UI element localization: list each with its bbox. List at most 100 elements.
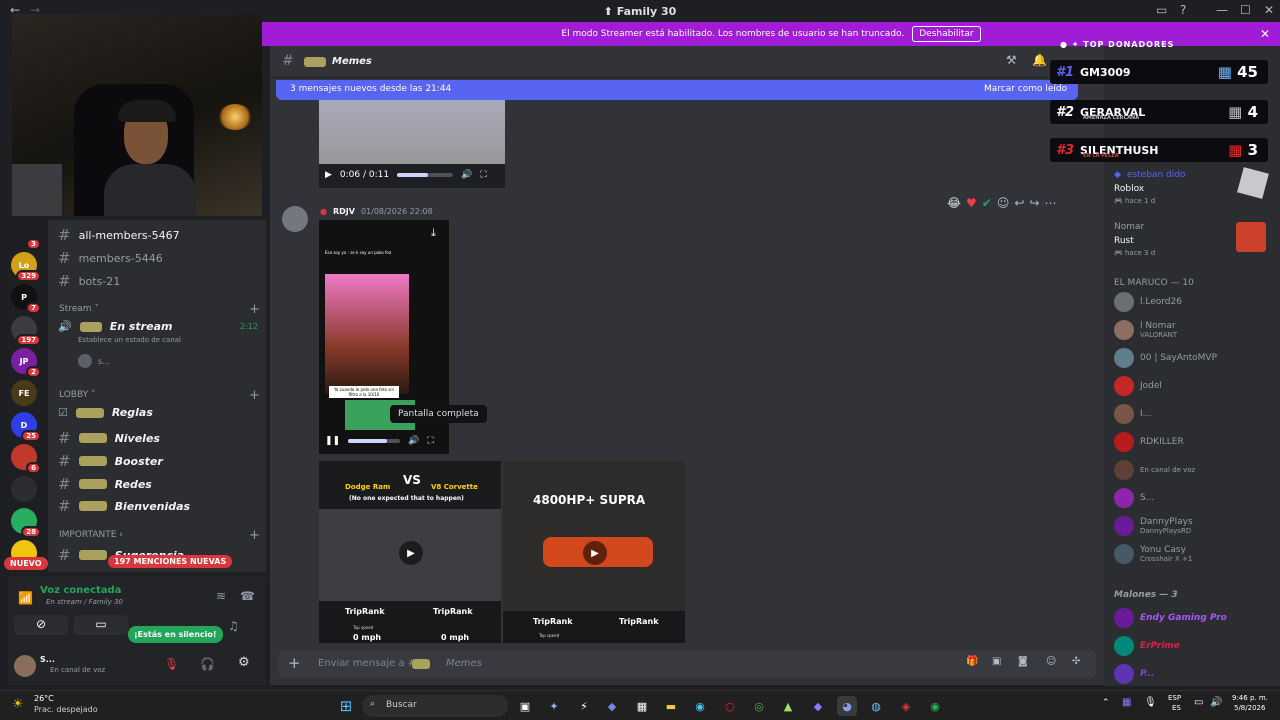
mentions-badge[interactable]: 197 MENCIONES NUEVAS [108, 555, 233, 568]
channel-bienvenidas[interactable]: # Bienvenidas [58, 497, 190, 515]
clock-time[interactable]: 9:46 p. m. [1232, 694, 1268, 702]
play-icon[interactable]: ▶ [583, 541, 607, 565]
headphones-muted-icon[interactable]: 🎧 [200, 657, 215, 671]
server-icon[interactable]: 6 [11, 444, 41, 474]
volume-icon[interactable]: 🔊 [1210, 697, 1222, 708]
chrome-icon[interactable]: ◎ [749, 696, 769, 716]
voice-user[interactable]: s... [78, 354, 110, 368]
voice-status[interactable]: Voz conectada [40, 585, 121, 596]
chevron-up-icon[interactable]: ⌃ [1102, 698, 1110, 708]
voice-channel-en-stream[interactable]: 🔊 En stream 2:12 [58, 320, 258, 333]
volume-icon[interactable]: 🔊 [408, 436, 419, 446]
add-reaction-icon[interactable]: ☺ [997, 196, 1010, 210]
forward-icon[interactable]: ↪ [1029, 196, 1039, 210]
disable-streamer-button[interactable]: Deshabilitar [912, 26, 981, 42]
store-icon[interactable]: ▦ [632, 696, 652, 716]
member-activity[interactable]: ◆ esteban dido [1114, 170, 1185, 180]
reply-icon[interactable]: ↩ [1014, 196, 1024, 210]
more-icon[interactable]: ⋯ [1045, 196, 1057, 210]
fullscreen-icon[interactable]: ⛶ [480, 170, 486, 180]
member-item[interactable]: RDKILLER [1114, 432, 1184, 452]
teams-icon[interactable]: ◆ [602, 696, 622, 716]
bell-icon[interactable]: 🔔 [1032, 53, 1047, 67]
video-progress-bar[interactable] [348, 439, 401, 443]
emoji-picker-icon[interactable]: ☺ [1046, 656, 1056, 667]
play-icon[interactable]: ▶ [399, 541, 423, 565]
threads-icon[interactable]: ⚒ [1006, 53, 1017, 67]
message-author[interactable]: RDJV [333, 207, 355, 216]
discord-icon[interactable]: ◕ [837, 696, 857, 716]
avatar[interactable] [14, 655, 36, 677]
reaction-laugh-icon[interactable]: 😂 [947, 196, 961, 210]
add-channel-icon[interactable]: + [249, 388, 260, 403]
add-attachment-icon[interactable]: + [288, 654, 301, 672]
member-item[interactable]: l.Leord26 [1114, 292, 1182, 312]
language-indicator[interactable]: ESP [1168, 694, 1181, 702]
app-icon[interactable]: ▲ [778, 696, 798, 716]
help-icon[interactable]: ? [1180, 3, 1186, 17]
video-player-1[interactable]: ▶ 0:06 / 0:11 🔊 ⛶ [319, 100, 505, 188]
spotify-icon[interactable]: ◉ [925, 696, 945, 716]
member-activity[interactable]: Nomar [1114, 222, 1144, 232]
taskbar-search[interactable]: ⌕ Buscar [362, 695, 508, 717]
channel-all-members[interactable]: # all-members-5467 [58, 226, 180, 244]
file-explorer-icon[interactable]: ▬ [661, 696, 681, 716]
voice-channel[interactable]: En stream / Family 30 [46, 598, 123, 606]
category-importante[interactable]: IMPORTANTE › + [59, 528, 260, 543]
new-messages-bar[interactable]: 3 mensajes nuevos desde las 21:44 Marcar… [276, 80, 1078, 100]
channel-booster[interactable]: # Booster [58, 452, 163, 470]
gift-icon[interactable]: 🎁 [966, 656, 978, 667]
channel-redes[interactable]: # Redes [58, 475, 152, 493]
channel-bots[interactable]: # bots-21 [58, 272, 120, 290]
download-icon[interactable]: ⤓ [431, 226, 436, 240]
add-channel-icon[interactable]: + [249, 528, 260, 543]
video-off-button[interactable]: ⊘ [14, 615, 68, 635]
member-item[interactable]: S... [1114, 488, 1154, 508]
channel-members[interactable]: # members-5446 [58, 249, 163, 267]
network-icon[interactable]: ▭ [1194, 697, 1203, 708]
windows-start-icon[interactable]: ⊞ [336, 696, 356, 716]
category-stream[interactable]: Stream ˅ + [59, 302, 260, 317]
channel-status[interactable]: Establece un estado de canal [78, 336, 181, 344]
video-player-3[interactable]: Dodge Ram VS V8 Corvette (No one expecte… [319, 461, 501, 643]
inbox-icon[interactable]: ▭ [1156, 3, 1167, 17]
clock-date[interactable]: 5/8/2026 [1234, 704, 1265, 712]
app-icon[interactable]: ◆ [808, 696, 828, 716]
minimize-icon[interactable]: — [1216, 3, 1228, 17]
message-composer[interactable]: + Enviar mensaje a # Memes 🎁 ▣ ◙ ☺ ✣ [278, 650, 1096, 678]
member-item[interactable]: Yonu Casy Crosshair X +1 [1114, 544, 1192, 564]
server-icon[interactable]: Lo 329 [11, 252, 41, 282]
noise-suppression-icon[interactable]: ≋ [216, 589, 226, 603]
member-item[interactable]: DannyPlays DannyPlaysRD [1114, 516, 1193, 536]
weather-icon[interactable]: ☀ [12, 697, 24, 712]
video-player-4[interactable]: 4800HP+ SUPRA ▶ TripRank TripRank Top sp… [503, 461, 685, 643]
reaction-check-icon[interactable]: ✔ [982, 196, 992, 210]
member-item[interactable]: l Nomar VALORANT [1114, 320, 1177, 340]
play-icon[interactable]: ▶ [325, 170, 332, 180]
member-item[interactable]: En canal de voz [1114, 460, 1195, 480]
server-icon[interactable]: P7 [11, 284, 41, 314]
add-channel-icon[interactable]: + [249, 302, 260, 317]
maximize-icon[interactable]: ☐ [1240, 3, 1251, 17]
server-icon[interactable]: JP 2 [11, 348, 41, 378]
server-icon[interactable]: 197 [11, 316, 41, 346]
volume-icon[interactable]: 🔊 [461, 170, 472, 180]
close-banner-icon[interactable]: ✕ [1260, 27, 1270, 41]
task-view-icon[interactable]: ▣ [515, 696, 535, 716]
mic-icon[interactable]: 🎙 [1144, 697, 1157, 708]
pause-icon[interactable]: ❚❚ [325, 436, 340, 446]
fullscreen-icon[interactable]: ⛶ [427, 436, 433, 446]
gif-icon[interactable]: ▣ [992, 656, 1001, 667]
apps-icon[interactable]: ✣ [1072, 656, 1080, 667]
disconnect-icon[interactable]: ☎ [240, 589, 255, 603]
app-icon[interactable]: ◈ [896, 696, 916, 716]
copilot-icon[interactable]: ✦ [544, 696, 564, 716]
member-item[interactable]: I... [1114, 404, 1151, 424]
server-icon[interactable]: FE [11, 380, 37, 406]
server-icon[interactable]: 28 [11, 508, 41, 538]
close-window-icon[interactable]: ✕ [1264, 3, 1274, 17]
server-icon[interactable]: 3 [11, 220, 41, 250]
member-item[interactable]: Endy Gaming Pro [1114, 608, 1227, 628]
channel-niveles[interactable]: # Niveles [58, 429, 160, 447]
mic-muted-icon[interactable]: 🎙 [164, 657, 179, 671]
